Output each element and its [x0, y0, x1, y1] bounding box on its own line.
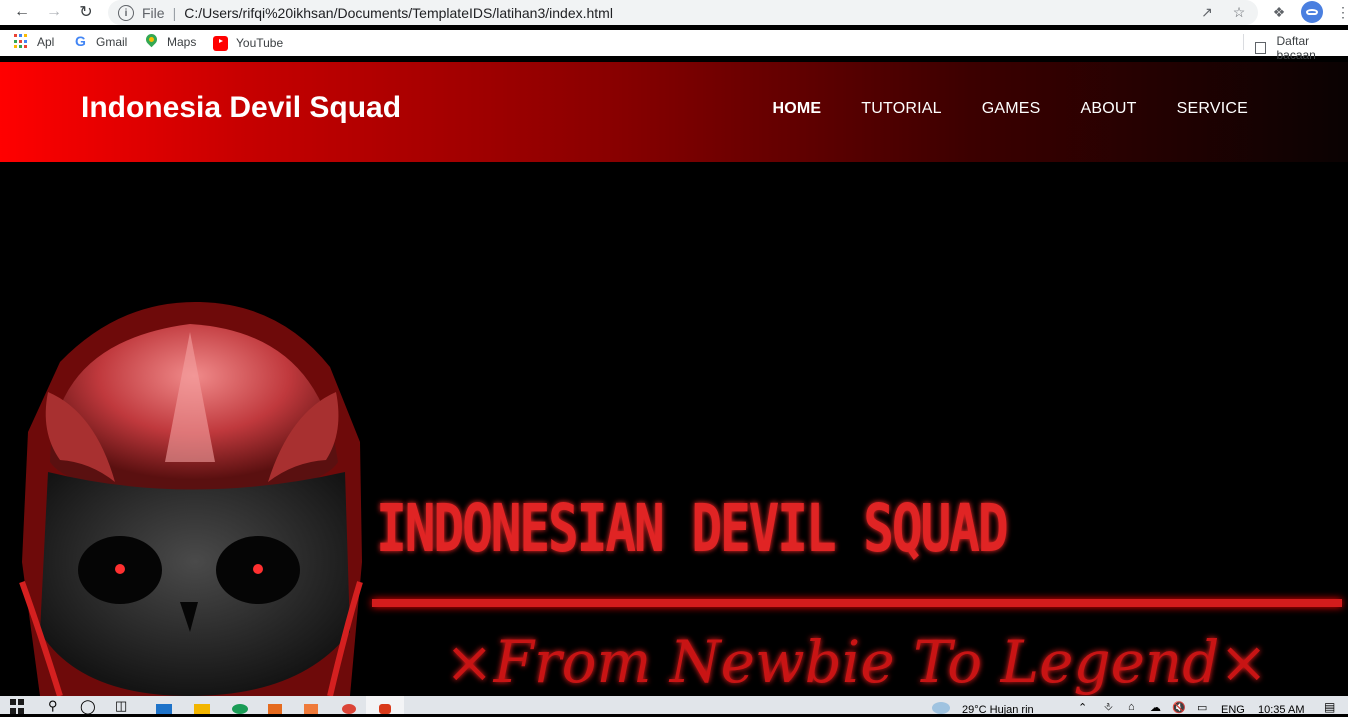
- bookmark-apps[interactable]: Apl: [14, 34, 54, 49]
- chrome-icon[interactable]: [342, 704, 356, 714]
- network-icon[interactable]: ⎀: [1104, 701, 1124, 717]
- address-bar[interactable]: i File | C:/Users/rifqi%20ikhsan/Documen…: [108, 0, 1258, 25]
- reading-list-icon: [1255, 42, 1267, 54]
- bookmark-maps[interactable]: Maps: [144, 34, 196, 49]
- battery-icon[interactable]: ▭: [1197, 701, 1217, 717]
- mail-app-icon[interactable]: [156, 704, 172, 714]
- task-view-icon[interactable]: ◫: [115, 698, 135, 714]
- youtube-icon: [213, 36, 228, 51]
- site-header: Indonesia Devil Squad HOME TUTORIAL GAME…: [0, 62, 1348, 162]
- site-info-icon[interactable]: i: [118, 4, 134, 21]
- back-icon[interactable]: ←: [10, 0, 34, 24]
- bookmark-gmail[interactable]: G Gmail: [73, 34, 127, 49]
- active-app-icon: [379, 704, 391, 714]
- edge-icon[interactable]: [232, 704, 248, 714]
- language-indicator[interactable]: ENG: [1221, 704, 1245, 716]
- apps-grid-icon: [14, 34, 29, 49]
- browser-menu-icon[interactable]: ⋮: [1336, 2, 1348, 22]
- profile-avatar[interactable]: [1301, 1, 1323, 23]
- site-brand[interactable]: Indonesia Devil Squad: [81, 91, 401, 125]
- volume-muted-icon[interactable]: 🔇: [1172, 701, 1192, 717]
- share-icon[interactable]: ↗: [1198, 3, 1216, 21]
- main-nav: HOME TUTORIAL GAMES ABOUT SERVICE: [772, 100, 1248, 118]
- cortana-icon[interactable]: ◯: [80, 698, 100, 714]
- hero-divider: [372, 599, 1342, 607]
- reading-list-button[interactable]: Daftar bacaan: [1243, 34, 1348, 62]
- file-explorer-icon[interactable]: [194, 704, 210, 714]
- clock[interactable]: 10:35 AM: [1258, 704, 1304, 716]
- wifi-icon[interactable]: ⌂: [1128, 701, 1148, 717]
- reading-list-label: Daftar bacaan: [1276, 34, 1316, 62]
- taskbar: ⚲ ◯ ◫ 29°C Hujan rin ⌃ ⎀ ⌂ ☁ 🔇 ▭ ENG 10:…: [0, 696, 1348, 717]
- nav-tutorial[interactable]: TUTORIAL: [861, 100, 941, 118]
- nav-home[interactable]: HOME: [772, 100, 821, 118]
- bookmark-label: Gmail: [96, 34, 128, 49]
- url-scheme: File: [142, 4, 165, 21]
- bookmarks-bar: Apl G Gmail Maps YouTube Daftar bacaan: [0, 30, 1348, 62]
- bookmark-star-icon[interactable]: ☆: [1230, 3, 1248, 21]
- onedrive-icon[interactable]: ☁: [1150, 701, 1170, 717]
- hero-section: INDONESIAN DEVIL SQUAD ×From Newbie To L…: [0, 162, 1348, 696]
- devil-skull-logo: [19, 301, 363, 696]
- url-text[interactable]: C:/Users/rifqi%20ikhsan/Documents/Templa…: [184, 5, 613, 21]
- bookmark-label: Maps: [167, 34, 197, 49]
- bookmarks-divider: [1243, 34, 1244, 50]
- sublime-icon[interactable]: [268, 704, 282, 714]
- weather-text[interactable]: 29°C Hujan rin: [962, 704, 1034, 716]
- weather-icon: [932, 702, 950, 714]
- browser-toolbar: ← → ↻ i File | C:/Users/rifqi%20ikhsan/D…: [0, 0, 1348, 25]
- bookmark-youtube[interactable]: YouTube: [213, 34, 283, 51]
- hero-tagline: ×From Newbie To Legend×: [445, 628, 1268, 696]
- reload-icon[interactable]: ↻: [74, 0, 98, 24]
- search-icon[interactable]: ⚲: [48, 698, 68, 714]
- extensions-puzzle-icon[interactable]: ❖: [1270, 3, 1288, 21]
- nav-about[interactable]: ABOUT: [1081, 100, 1137, 118]
- nav-service[interactable]: SERVICE: [1177, 100, 1248, 118]
- url-separator: |: [172, 4, 177, 21]
- nav-games[interactable]: GAMES: [982, 100, 1041, 118]
- active-app-highlight[interactable]: [366, 696, 404, 714]
- bookmark-label: YouTube: [236, 35, 284, 50]
- bookmark-label: Apl: [37, 34, 55, 49]
- google-icon: G: [75, 33, 86, 49]
- maps-pin-icon: [144, 34, 159, 49]
- forward-icon[interactable]: →: [42, 0, 66, 24]
- xampp-icon[interactable]: [304, 704, 318, 714]
- hero-title: INDONESIAN DEVIL SQUAD: [376, 490, 1009, 567]
- windows-start-icon[interactable]: [10, 699, 30, 715]
- tray-chevron-icon[interactable]: ⌃: [1078, 701, 1098, 717]
